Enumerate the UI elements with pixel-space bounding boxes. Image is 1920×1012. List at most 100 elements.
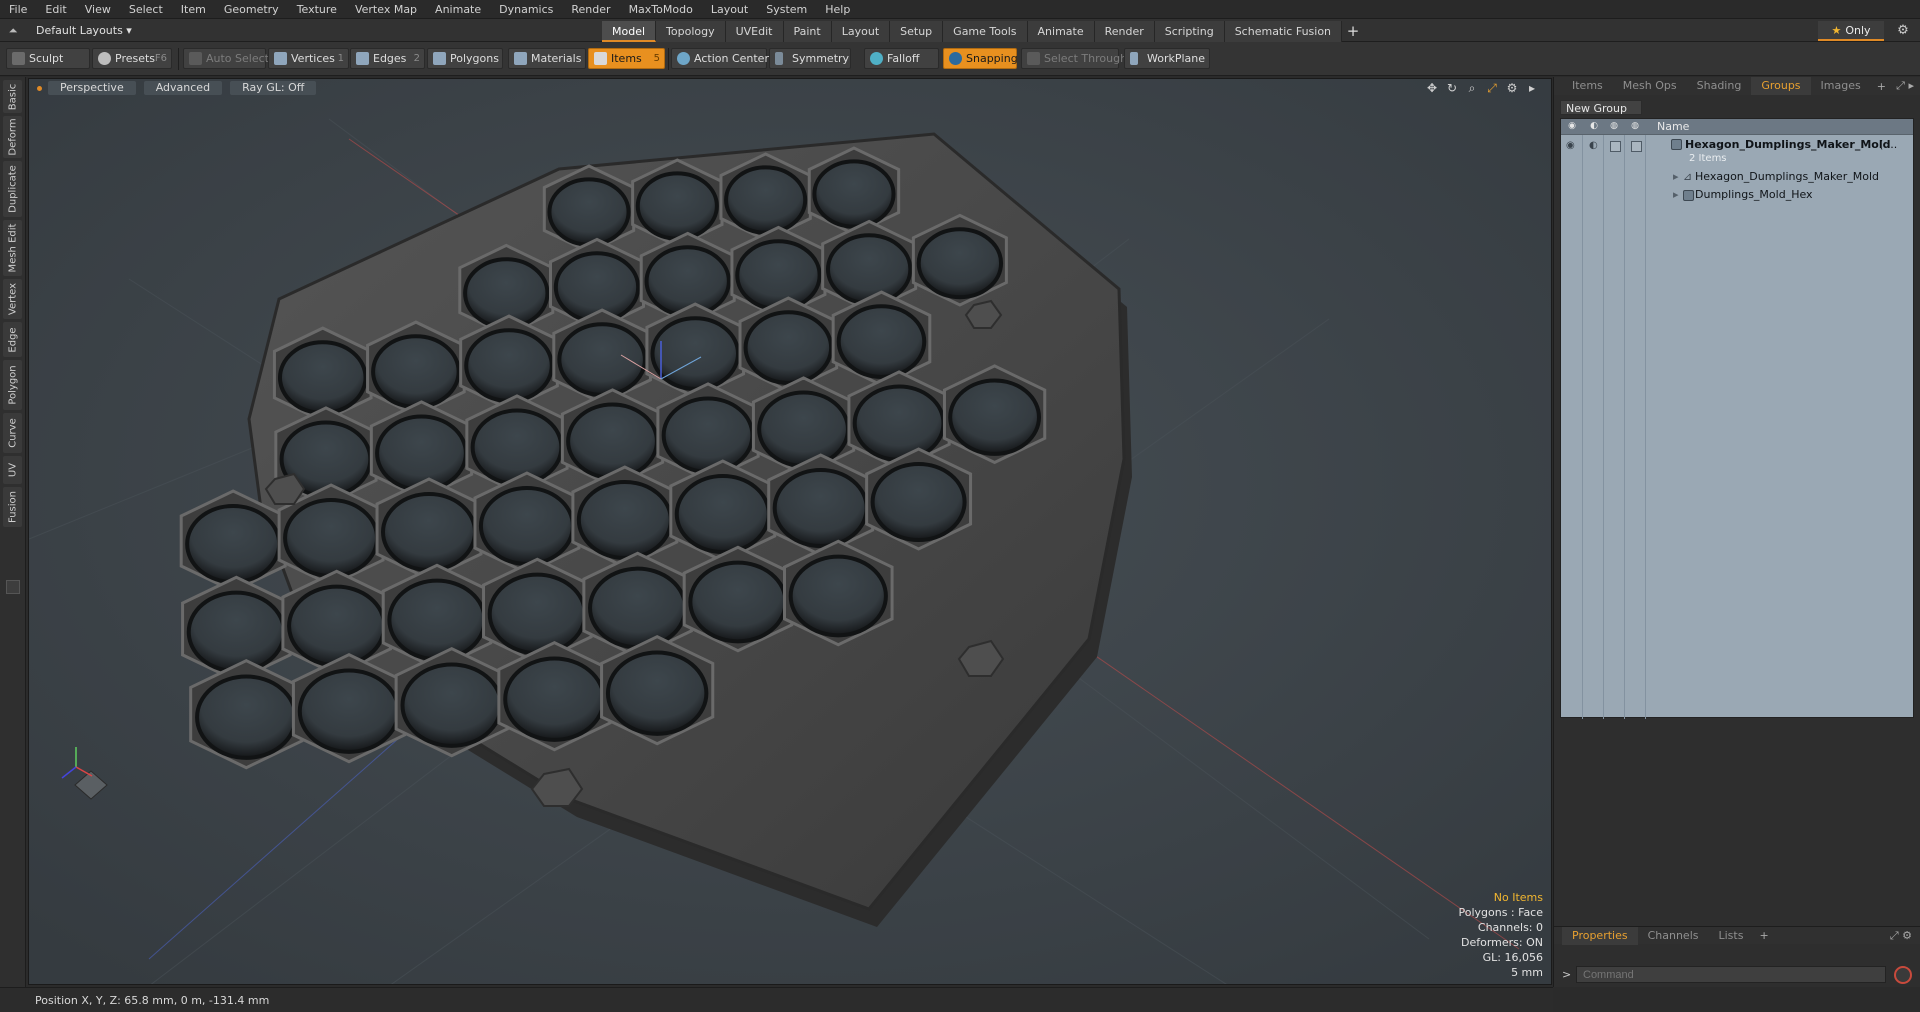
- tab-groups[interactable]: Groups: [1751, 77, 1811, 95]
- vtab-basic[interactable]: Basic: [3, 80, 22, 113]
- edges-button[interactable]: Edges 2: [350, 48, 425, 69]
- select-through-button[interactable]: Select Through: [1021, 48, 1127, 69]
- mold-cell-hole: [788, 554, 888, 638]
- vtab-mesh-edit[interactable]: Mesh Edit: [3, 220, 22, 276]
- menu-system[interactable]: System: [757, 0, 816, 19]
- menu-item[interactable]: Item: [172, 0, 215, 19]
- tab-paint[interactable]: Paint: [783, 21, 832, 42]
- items-button[interactable]: Items 5: [588, 48, 665, 69]
- menu-geometry[interactable]: Geometry: [215, 0, 288, 19]
- viewport-arrow-icon[interactable]: ▸: [1525, 81, 1539, 96]
- vtab-vertex[interactable]: Vertex: [3, 279, 22, 319]
- pan-icon[interactable]: ✥: [1425, 81, 1439, 96]
- tree-row-mesh[interactable]: ▸ ⊿ Hexagon_Dumplings_Maker_Mold: [1561, 169, 1913, 185]
- tab-items[interactable]: Items: [1562, 77, 1613, 95]
- tab-lists[interactable]: Lists: [1709, 927, 1754, 945]
- viewport-menu-dot[interactable]: [37, 85, 42, 91]
- command-record-icon[interactable]: [1894, 966, 1912, 984]
- rotate-icon[interactable]: ↻: [1445, 81, 1459, 96]
- menu-texture[interactable]: Texture: [288, 0, 346, 19]
- render-toggle-icon[interactable]: ◐: [1589, 141, 1601, 151]
- menu-edit[interactable]: Edit: [36, 0, 75, 19]
- tree-row-mesh[interactable]: ▸ Dumplings_Mold_Hex: [1561, 187, 1913, 203]
- workplane-button[interactable]: WorkPlane: [1124, 48, 1210, 69]
- only-button[interactable]: ★ Only: [1818, 21, 1884, 41]
- info-deformers: Deformers: ON: [1461, 936, 1543, 949]
- mold-cell-hole: [464, 328, 554, 403]
- polygons-button[interactable]: Polygons: [427, 48, 503, 69]
- sculpt-button[interactable]: Sculpt: [6, 48, 90, 69]
- shading-mode-dropdown[interactable]: Advanced: [143, 81, 223, 95]
- panel-expand-icon[interactable]: ⤢ ▸: [1896, 79, 1914, 93]
- edges-icon: [356, 52, 369, 65]
- zoom-icon[interactable]: ⌕: [1465, 81, 1479, 96]
- visibility-column-icon[interactable]: ◉: [1566, 121, 1578, 132]
- workplane-label: WorkPlane: [1147, 52, 1206, 65]
- auto-select-button[interactable]: Auto Select: [183, 48, 269, 69]
- items-label: Items: [611, 52, 642, 65]
- tab-channels[interactable]: Channels: [1638, 927, 1709, 945]
- vtab-uv[interactable]: UV: [3, 456, 22, 484]
- tab-topology[interactable]: Topology: [656, 21, 726, 42]
- new-group-button[interactable]: New Group: [1560, 100, 1642, 115]
- gear-icon[interactable]: ⚙: [1893, 21, 1913, 41]
- snapping-label: Snapping: [966, 52, 1018, 65]
- items-shortcut: 5: [653, 53, 660, 64]
- snapping-button[interactable]: Snapping: [943, 48, 1018, 69]
- add-tab-icon[interactable]: +: [1342, 21, 1364, 42]
- presets-button[interactable]: Presets F6: [92, 48, 172, 69]
- tab-mesh-ops[interactable]: Mesh Ops: [1613, 77, 1687, 95]
- vtab-duplicate[interactable]: Duplicate: [3, 161, 22, 217]
- tab-animate[interactable]: Animate: [1027, 21, 1095, 42]
- menu-help[interactable]: Help: [816, 0, 859, 19]
- symmetry-button[interactable]: Symmetry: [769, 48, 851, 69]
- view-type-dropdown[interactable]: Perspective: [48, 81, 136, 95]
- tab-game-tools[interactable]: Game Tools: [943, 21, 1028, 42]
- command-input[interactable]: [1576, 966, 1886, 983]
- panel-toggle-icon[interactable]: [6, 580, 20, 594]
- lock-column-icon[interactable]: ◍: [1608, 121, 1620, 132]
- action-center-button[interactable]: Action Center: [671, 48, 769, 69]
- mold-cell-hole: [195, 674, 298, 760]
- raygl-toggle[interactable]: Ray GL: Off: [230, 81, 317, 95]
- menu-dynamics[interactable]: Dynamics: [490, 0, 562, 19]
- add-properties-tab-icon[interactable]: +: [1753, 929, 1774, 942]
- layout-collapse-icon[interactable]: ⏶: [0, 24, 26, 38]
- 3d-viewport[interactable]: Perspective Advanced Ray GL: Off ✥ ↻ ⌕ ⤢…: [28, 78, 1552, 985]
- vtab-polygon[interactable]: Polygon: [3, 360, 22, 410]
- add-panel-tab-icon[interactable]: +: [1871, 80, 1892, 93]
- menu-select[interactable]: Select: [120, 0, 172, 19]
- materials-button[interactable]: Materials: [508, 48, 586, 69]
- viewport-gear-icon[interactable]: ⚙: [1505, 81, 1519, 96]
- menu-view[interactable]: View: [76, 0, 120, 19]
- name-column-header[interactable]: Name: [1657, 120, 1689, 133]
- falloff-button[interactable]: Falloff: [864, 48, 939, 69]
- tab-render[interactable]: Render: [1094, 21, 1155, 42]
- vtab-edge[interactable]: Edge: [3, 322, 22, 357]
- vertices-button[interactable]: Vertices 1: [268, 48, 349, 69]
- vtab-fusion[interactable]: Fusion: [3, 487, 22, 527]
- layout-dropdown[interactable]: Default Layouts ▾: [26, 24, 132, 37]
- menu-maxtomodo[interactable]: MaxToModo: [620, 0, 702, 19]
- render-column-icon[interactable]: ◐: [1588, 121, 1600, 132]
- menu-layout[interactable]: Layout: [702, 0, 757, 19]
- tab-images[interactable]: Images: [1811, 77, 1871, 95]
- tab-model[interactable]: Model: [602, 21, 657, 42]
- properties-expand-icon[interactable]: ⤢ ⚙: [1890, 929, 1912, 943]
- maximize-icon[interactable]: ⤢: [1485, 81, 1499, 96]
- tab-uvedit[interactable]: UVEdit: [725, 21, 784, 42]
- tab-scripting[interactable]: Scripting: [1154, 21, 1225, 42]
- menu-animate[interactable]: Animate: [426, 0, 490, 19]
- menu-file[interactable]: File: [0, 0, 36, 19]
- vtab-deform[interactable]: Deform: [3, 116, 22, 158]
- tab-schematic-fusion[interactable]: Schematic Fusion: [1224, 21, 1343, 42]
- vtab-curve[interactable]: Curve: [3, 413, 22, 453]
- select-column-icon[interactable]: ◍: [1629, 121, 1641, 132]
- tab-shading[interactable]: Shading: [1687, 77, 1752, 95]
- menu-render[interactable]: Render: [562, 0, 619, 19]
- menu-vertex-map[interactable]: Vertex Map: [346, 0, 426, 19]
- tab-setup[interactable]: Setup: [890, 21, 944, 42]
- visibility-eye-icon[interactable]: ◉: [1566, 141, 1578, 151]
- tab-layout[interactable]: Layout: [831, 21, 891, 42]
- tab-properties[interactable]: Properties: [1562, 926, 1638, 945]
